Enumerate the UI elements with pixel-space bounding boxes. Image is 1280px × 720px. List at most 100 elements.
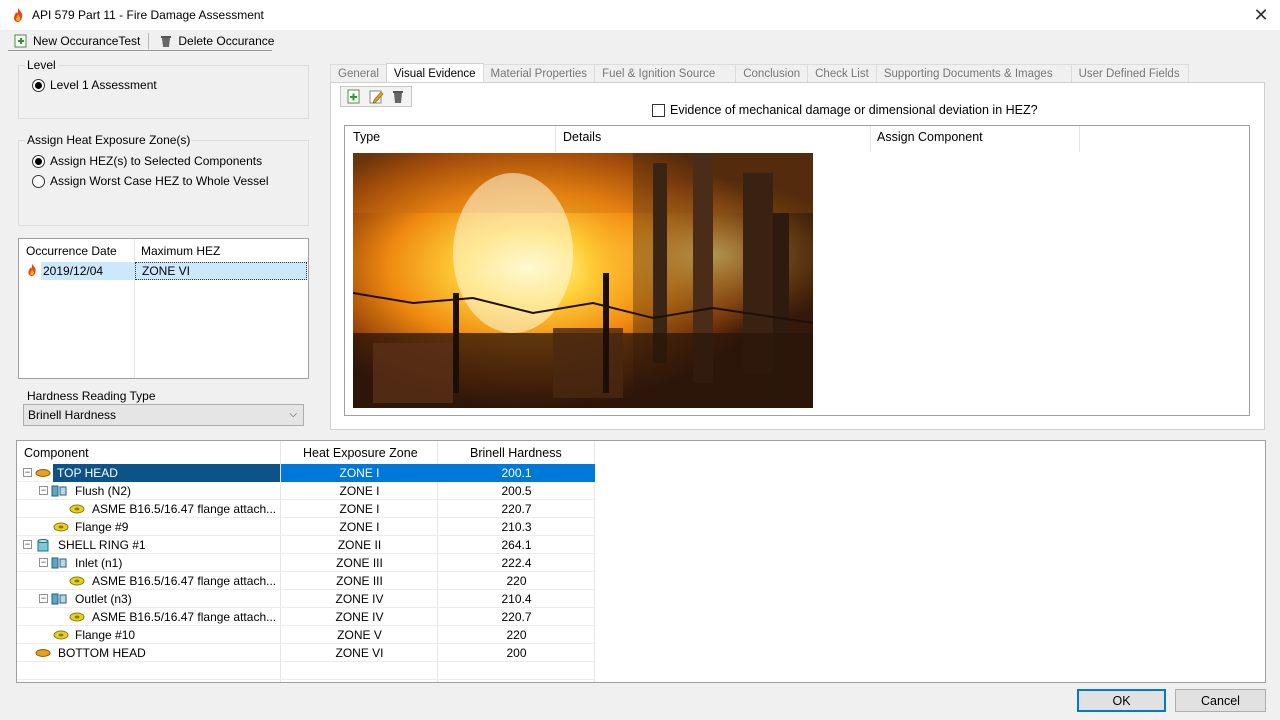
add-document-icon — [14, 34, 27, 48]
flange-icon — [53, 630, 69, 640]
hardness-type-select[interactable]: Brinell Hardness ⌵ — [23, 404, 304, 426]
tab-user-defined-fields[interactable]: User Defined Fields — [1070, 64, 1189, 83]
fire-icon — [28, 263, 36, 277]
col-brinell-hardness[interactable]: Brinell Hardness — [470, 446, 562, 460]
zone-cell: ZONE IV — [335, 610, 384, 624]
table-row[interactable]: − Inlet (n1) ZONE III 222.4 — [17, 554, 595, 572]
zone-cell: ZONE IV — [335, 592, 384, 606]
tab-visual-evidence[interactable]: Visual Evidence — [385, 63, 484, 83]
level-group-label: Level — [25, 58, 58, 72]
tab-fuel-ignition[interactable]: Fuel & Ignition Source — [594, 64, 737, 83]
edit-icon[interactable] — [368, 89, 384, 105]
flange-icon — [69, 576, 85, 586]
trash-icon[interactable] — [390, 89, 406, 105]
table-row[interactable]: − SHELL RING #1 ZONE II 264.1 — [17, 536, 595, 554]
column-divider — [870, 126, 871, 152]
level-1-radio[interactable]: Level 1 Assessment — [32, 78, 157, 92]
mechanical-damage-label: Evidence of mechanical damage or dimensi… — [670, 103, 1038, 117]
col-type[interactable]: Type — [353, 130, 380, 144]
zone-cell: ZONE III — [336, 556, 383, 570]
table-row[interactable]: − Outlet (n3) ZONE IV 210.4 — [17, 590, 595, 608]
window-title: API 579 Part 11 - Fire Damage Assessment — [32, 8, 264, 22]
radio-unselected[interactable] — [32, 174, 45, 188]
ok-button[interactable]: OK — [1077, 689, 1166, 712]
occurrence-hez: ZONE VI — [142, 264, 191, 278]
collapse-icon[interactable]: − — [23, 540, 32, 549]
hardness-cell: 220 — [506, 628, 527, 642]
zone-cell: ZONE I — [339, 520, 380, 534]
component-name: Flange #9 — [75, 520, 129, 534]
evidence-grid[interactable]: Type Details Assign Component — [344, 125, 1250, 416]
delete-occurance-button[interactable]: Delete Occurance — [151, 31, 280, 51]
col-heat-exposure-zone[interactable]: Heat Exposure Zone — [303, 446, 418, 460]
component-grid[interactable]: Component Heat Exposure Zone Brinell Har… — [16, 440, 1266, 683]
new-occurance-button[interactable]: New OccuranceTest — [0, 31, 146, 51]
table-row[interactable]: Flange #10 ZONE V 220 — [17, 626, 595, 644]
assign-selected-radio[interactable]: Assign HEZ(s) to Selected Components — [32, 154, 262, 168]
hardness-cell: 210.4 — [501, 592, 532, 606]
add-icon[interactable] — [346, 89, 362, 105]
flange-icon — [69, 504, 85, 514]
col-maximum-hez[interactable]: Maximum HEZ — [141, 244, 220, 258]
component-name: Outlet (n3) — [75, 592, 132, 606]
assign-worst-case-label: Assign Worst Case HEZ to Whole Vessel — [50, 174, 269, 188]
col-assign-component[interactable]: Assign Component — [877, 130, 983, 144]
column-divider — [134, 239, 135, 378]
delete-occurance-label: Delete Occurance — [178, 34, 275, 48]
hardness-group-label: Hardness Reading Type — [25, 389, 158, 403]
collapse-icon[interactable]: − — [23, 468, 32, 477]
hardness-type-value: Brinell Hardness — [28, 408, 117, 422]
table-row[interactable]: ASME B16.5/16.47 flange attach... ZONE I… — [17, 500, 595, 518]
component-name: Inlet (n1) — [75, 556, 123, 570]
evidence-toolbar — [340, 86, 412, 107]
component-name: ASME B16.5/16.47 flange attach... — [92, 610, 277, 624]
assign-worst-case-radio[interactable]: Assign Worst Case HEZ to Whole Vessel — [32, 174, 269, 188]
col-occurrence-date[interactable]: Occurrence Date — [26, 244, 117, 258]
table-row[interactable]: ASME B16.5/16.47 flange attach... ZONE I… — [17, 608, 595, 626]
hardness-cell: 200.1 — [438, 464, 595, 482]
new-occurance-label: New OccuranceTest — [33, 34, 141, 48]
tab-conclusion[interactable]: Conclusion — [735, 64, 809, 83]
mechanical-damage-checkbox[interactable]: Evidence of mechanical damage or dimensi… — [652, 103, 1038, 117]
radio-selected[interactable] — [32, 78, 45, 92]
hardness-cell: 222.4 — [501, 556, 532, 570]
occurrence-row[interactable]: 2019/12/04 ZONE VI — [21, 262, 307, 280]
collapse-icon[interactable]: − — [39, 486, 48, 495]
tab-check-list[interactable]: Check List — [807, 64, 877, 83]
level-1-label: Level 1 Assessment — [50, 78, 157, 92]
tab-strip: General Visual Evidence Material Propert… — [330, 63, 1189, 83]
cancel-button[interactable]: Cancel — [1175, 689, 1266, 712]
component-name: Flange #10 — [75, 628, 136, 642]
collapse-icon[interactable]: − — [39, 594, 48, 603]
table-row[interactable]: Flange #9 ZONE I 210.3 — [17, 518, 595, 536]
zone-cell: ZONE VI — [335, 646, 384, 660]
hardness-cell: 264.1 — [501, 538, 532, 552]
occurrence-list[interactable]: Occurrence Date Maximum HEZ 2019/12/04 Z… — [18, 238, 309, 379]
date-cell[interactable]: 2019/12/04 — [41, 262, 135, 280]
radio-selected[interactable] — [32, 154, 45, 168]
zone-cell: ZONE I — [339, 502, 380, 516]
assign-selected-label: Assign HEZ(s) to Selected Components — [50, 154, 263, 168]
tab-supporting-documents[interactable]: Supporting Documents & Images — [875, 64, 1072, 83]
chevron-down-icon: ⌵ — [289, 409, 297, 420]
hardness-cell: 200 — [506, 646, 527, 660]
table-row[interactable]: BOTTOM HEAD ZONE VI 200 — [17, 644, 595, 662]
close-icon[interactable]: ✕ — [1250, 4, 1272, 26]
table-row[interactable]: − Flush (N2) ZONE I 200.5 — [17, 482, 595, 500]
checkbox-box[interactable] — [652, 103, 665, 117]
tab-material-properties[interactable]: Material Properties — [482, 64, 596, 83]
trash-icon — [161, 36, 172, 47]
title-bar: API 579 Part 11 - Fire Damage Assessment… — [0, 0, 1280, 30]
tab-general[interactable]: General — [330, 64, 387, 83]
col-component[interactable]: Component — [24, 446, 89, 460]
zone-cell: ZONE V — [337, 628, 382, 642]
table-row[interactable]: ASME B16.5/16.47 flange attach... ZONE I… — [17, 572, 595, 590]
component-name: Flush (N2) — [75, 484, 132, 498]
nozzle-icon — [51, 485, 67, 497]
hez-cell[interactable]: ZONE VI — [135, 262, 307, 280]
zone-cell: ZONE I — [281, 464, 438, 482]
zone-cell: ZONE I — [339, 484, 380, 498]
collapse-icon[interactable]: − — [39, 558, 48, 567]
table-row[interactable]: − TOP HEAD ZONE I 200.1 — [17, 464, 595, 482]
col-details[interactable]: Details — [563, 130, 601, 144]
